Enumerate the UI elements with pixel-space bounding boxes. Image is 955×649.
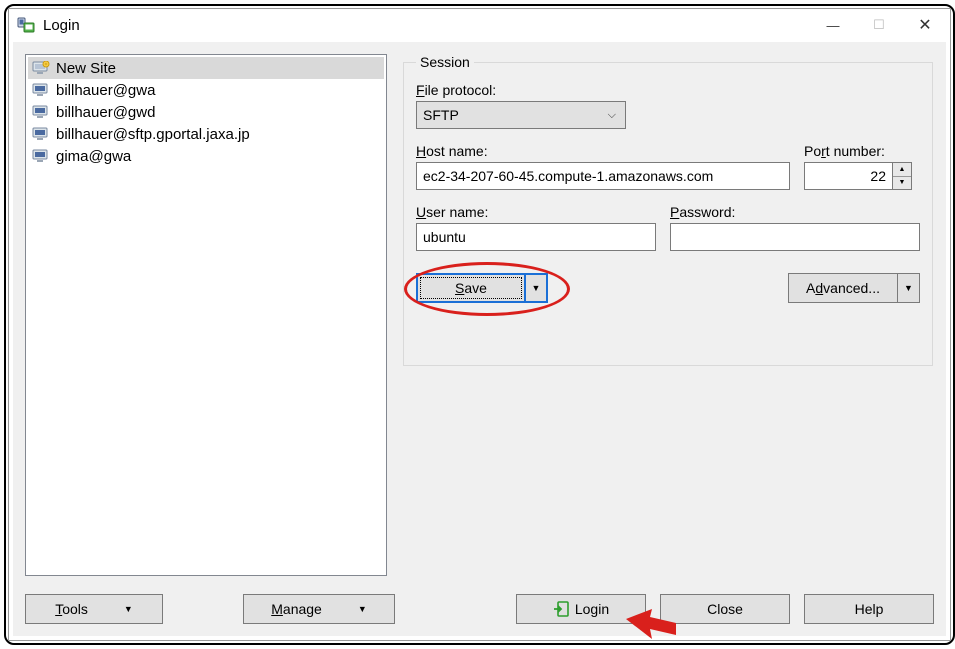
login-icon [553, 601, 569, 617]
save-dropdown-icon[interactable]: ▼ [526, 273, 548, 303]
session-group: Session File protocol: SFTP ⌵ Host name:… [403, 54, 933, 366]
protocol-label: File protocol: [416, 82, 920, 98]
maximize-button: ☐ [856, 10, 902, 40]
site-item-label: billhauer@gwd [56, 104, 155, 121]
monitor-icon [32, 127, 50, 141]
advanced-dropdown-icon[interactable]: ▼ [898, 273, 920, 303]
port-label: Port number: [804, 143, 920, 159]
site-item-label: billhauer@gwa [56, 82, 155, 99]
session-legend: Session [416, 54, 474, 70]
username-input[interactable] [416, 223, 656, 251]
site-item[interactable]: billhauer@sftp.gportal.jaxa.jp [28, 123, 384, 145]
site-item-label: gima@gwa [56, 148, 131, 165]
chevron-down-icon: ▼ [358, 604, 367, 614]
advanced-button[interactable]: Advanced... ▼ [788, 273, 920, 303]
host-input[interactable] [416, 162, 790, 190]
monitor-icon [32, 83, 50, 97]
login-button[interactable]: Login [516, 594, 646, 624]
monitor-icon [32, 105, 50, 119]
monitor-icon [32, 149, 50, 163]
tools-button[interactable]: Tools▼ [25, 594, 163, 624]
password-input[interactable] [670, 223, 920, 251]
site-item-label: billhauer@sftp.gportal.jaxa.jp [56, 126, 250, 143]
port-input[interactable] [804, 162, 892, 190]
login-label: Login [575, 601, 609, 617]
save-button[interactable]: Save ▼ [416, 273, 548, 303]
password-label: Password: [670, 204, 920, 220]
manage-button[interactable]: Manage▼ [243, 594, 395, 624]
close-window-button[interactable]: ✕ [902, 10, 948, 40]
help-button[interactable]: Help [804, 594, 934, 624]
close-label: Close [707, 601, 743, 617]
spinner-up-icon[interactable]: ▲ [893, 163, 911, 177]
protocol-value: SFTP [423, 107, 459, 123]
port-spinner[interactable]: ▲ ▼ [892, 162, 912, 190]
app-icon [17, 16, 35, 34]
close-button[interactable]: Close [660, 594, 790, 624]
site-item[interactable]: billhauer@gwa [28, 79, 384, 101]
host-label: Host name: [416, 143, 790, 159]
protocol-combo[interactable]: SFTP ⌵ [416, 101, 626, 129]
login-dialog: Login — ☐ ✕ New Site billhauer@gwa [8, 8, 951, 641]
client-area: New Site billhauer@gwa billhauer@gwd [13, 42, 946, 636]
site-item[interactable]: gima@gwa [28, 145, 384, 167]
monitor-icon [32, 61, 50, 75]
minimize-button[interactable]: — [810, 10, 856, 40]
site-item-label: New Site [56, 60, 116, 77]
help-label: Help [855, 601, 884, 617]
user-label: User name: [416, 204, 656, 220]
chevron-down-icon: ▼ [124, 604, 133, 614]
spinner-down-icon[interactable]: ▼ [893, 177, 911, 190]
site-item-new-site[interactable]: New Site [28, 57, 384, 79]
site-item[interactable]: billhauer@gwd [28, 101, 384, 123]
site-list[interactable]: New Site billhauer@gwa billhauer@gwd [25, 54, 387, 576]
titlebar: Login — ☐ ✕ [9, 9, 950, 41]
window-title: Login [43, 17, 80, 34]
chevron-down-icon: ⌵ [608, 109, 619, 122]
